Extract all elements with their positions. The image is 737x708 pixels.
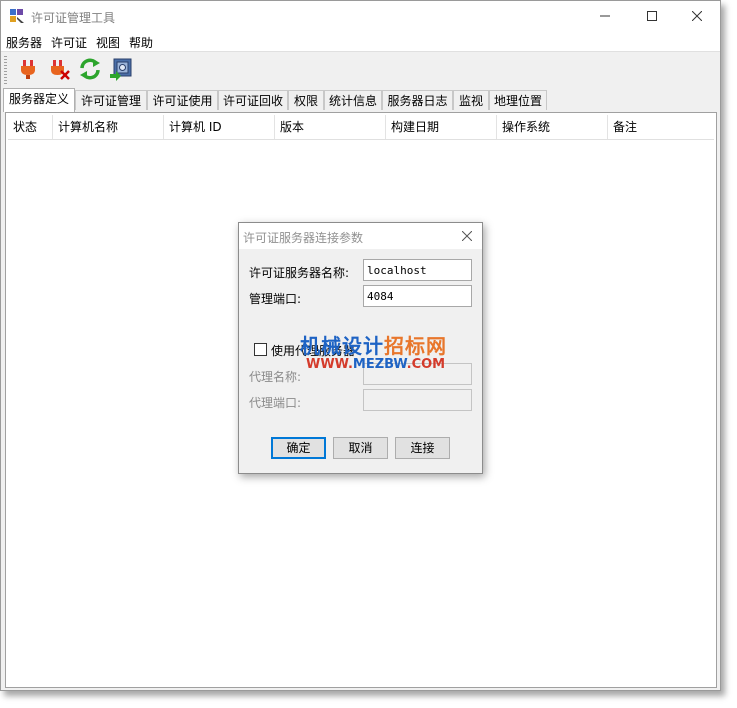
connect-button[interactable]: 连接 [395,437,450,459]
tab-geo-location[interactable]: 地理位置 [489,90,547,110]
connect-button[interactable] [15,56,41,82]
close-icon [692,11,702,21]
server-export-icon [110,58,132,81]
tab-statistics[interactable]: 统计信息 [324,90,382,110]
menu-server[interactable]: 服务器 [6,34,42,51]
app-logo-icon [10,9,24,23]
toolbar-grip[interactable] [4,56,7,84]
server-name-label: 许可证服务器名称: [249,266,350,280]
port-input[interactable]: 4084 [363,285,472,307]
maximize-button[interactable] [629,1,675,31]
refresh-icon [80,58,100,80]
server-export-button[interactable] [108,56,134,82]
plug-disconnect-icon [51,60,70,80]
connection-dialog: 许可证服务器连接参数 许可证服务器名称: localhost 管理端口: 408… [238,222,483,474]
server-name-input[interactable]: localhost [363,259,472,281]
tab-strip: 服务器定义 许可证管理 许可证使用 许可证回收 权限 统计信息 服务器日志 监视… [1,88,720,112]
column-build-date[interactable]: 构建日期 [386,115,497,139]
power-plug-icon [21,60,35,79]
column-notes[interactable]: 备注 [608,115,714,139]
close-icon [462,231,472,241]
tab-license-reclaim[interactable]: 许可证回收 [218,90,288,110]
tab-license-management[interactable]: 许可证管理 [75,90,147,110]
window-title: 许可证管理工具 [31,11,116,25]
toolbar [1,51,720,88]
menu-license[interactable]: 许可证 [51,34,87,51]
proxy-checkbox[interactable] [254,343,267,356]
refresh-button[interactable] [77,56,103,82]
tab-monitor[interactable]: 监视 [453,90,489,110]
tab-license-usage[interactable]: 许可证使用 [147,90,218,110]
proxy-name-input[interactable] [363,363,472,385]
maximize-icon [647,11,657,21]
tab-server-log[interactable]: 服务器日志 [382,90,453,110]
menu-view[interactable]: 视图 [96,34,120,51]
title-bar[interactable]: 许可证管理工具 [1,1,720,31]
dialog-title-bar[interactable]: 许可证服务器连接参数 [239,223,482,249]
close-button[interactable] [674,1,720,31]
column-version[interactable]: 版本 [275,115,386,139]
tab-server-definition[interactable]: 服务器定义 [3,88,75,112]
tab-permissions[interactable]: 权限 [288,90,324,110]
proxy-checkbox-label[interactable]: 使用代理服务器 [271,342,355,359]
ok-button[interactable]: 确定 [271,437,326,459]
minimize-icon [600,15,610,17]
dialog-close-button[interactable] [458,227,476,245]
proxy-name-label: 代理名称: [249,370,302,384]
column-os[interactable]: 操作系统 [497,115,608,139]
minimize-button[interactable] [582,1,628,31]
proxy-port-label: 代理端口: [249,396,302,410]
disconnect-button[interactable] [46,56,72,82]
menu-bar: 服务器 许可证 视图 帮助 [1,31,720,51]
column-computer-id[interactable]: 计算机 ID [164,115,275,139]
column-computer-name[interactable]: 计算机名称 [53,115,164,139]
port-label: 管理端口: [249,292,302,306]
dialog-title: 许可证服务器连接参数 [243,231,364,245]
column-status[interactable]: 状态 [8,115,53,139]
menu-help[interactable]: 帮助 [129,34,153,51]
proxy-port-input[interactable] [363,389,472,411]
cancel-button[interactable]: 取消 [333,437,388,459]
table-header: 状态 计算机名称 计算机 ID 版本 构建日期 操作系统 备注 [8,115,714,140]
